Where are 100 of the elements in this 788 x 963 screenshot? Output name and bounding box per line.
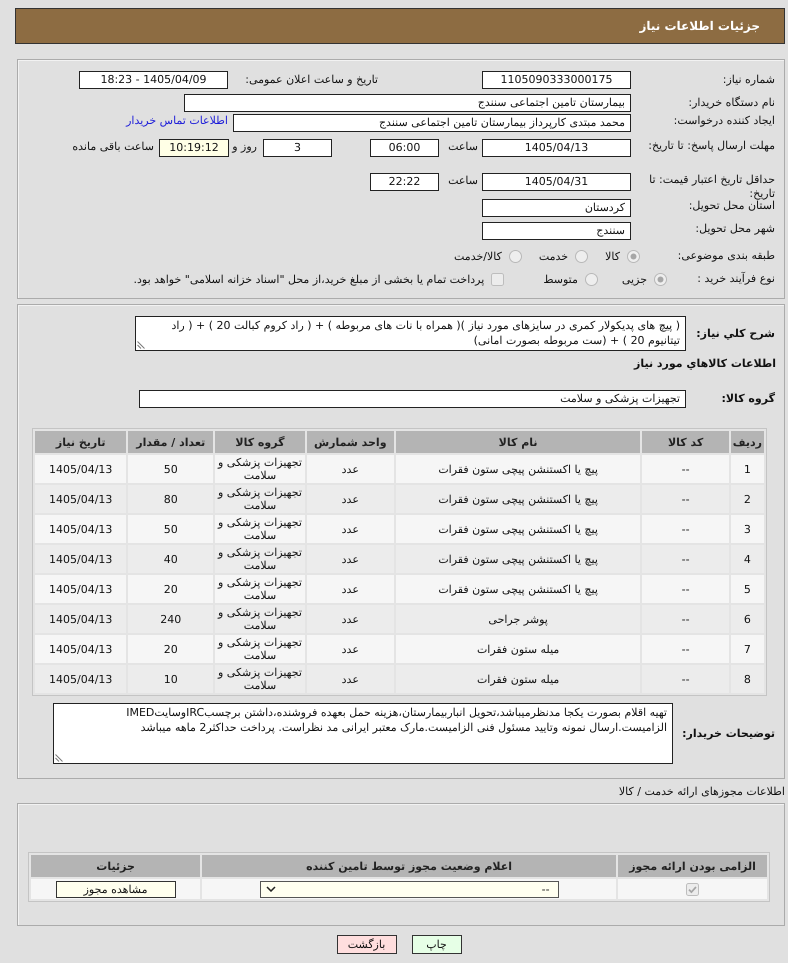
time-label: ساعت xyxy=(447,173,478,189)
table-cell: -- xyxy=(642,545,729,573)
field-label: شهر محل تحویل: xyxy=(694,222,776,236)
back-button[interactable]: بازگشت xyxy=(336,935,396,954)
table-cell: -- xyxy=(642,605,729,633)
table-cell: 40 xyxy=(128,545,214,573)
table-cell: -- xyxy=(642,665,729,693)
table-cell: 3 xyxy=(730,515,764,543)
deadline-time-field[interactable]: 06:00 xyxy=(370,139,439,157)
validity-time-field[interactable]: 22:22 xyxy=(370,173,439,191)
table-cell: پیچ یا اکستنشن پیچی ستون فقرات xyxy=(396,575,640,603)
resize-grip-icon[interactable] xyxy=(55,754,63,762)
option-label: کالا/خدمت xyxy=(454,250,502,262)
table-cell: 7 xyxy=(730,635,764,663)
option-label: خدمت xyxy=(538,250,568,262)
column-header: الزامی بودن ارائه مجوز xyxy=(618,855,767,877)
buyer-notes-field[interactable]: تهیه اقلام بصورت یکجا مدنظرمیباشد،تحویل انباربیمارستان،هزینه حمل بعهده فروشنده،داشتن برچسبIRCوسایتIMED الزامیست.ارسال نمونه وتایید مسئول فنی الزامیست.مارک معتبر ایرانی مد نظراست. پرداخت حداکثر2 ماهه میباشد xyxy=(53,703,673,764)
column-header: واحد شمارش xyxy=(306,431,394,453)
field-label: ایجاد کننده درخواست: xyxy=(672,114,776,128)
table-cell: 4 xyxy=(730,545,764,573)
required-checkbox[interactable] xyxy=(686,882,700,896)
field-label: طبقه بندی موضوعی: xyxy=(676,249,776,263)
table-cell: -- xyxy=(642,455,729,483)
need-number-field[interactable]: 1105090333000175 xyxy=(482,70,631,88)
table-cell: 5 xyxy=(730,575,764,603)
treasury-checkbox[interactable] xyxy=(491,272,504,286)
field-label: نوع فرآیند خرید : xyxy=(696,272,776,286)
table-cell: 1 xyxy=(730,455,764,483)
time-label: ساعت xyxy=(447,139,478,155)
table-cell: 6 xyxy=(730,605,764,633)
table-cell: تجهیزات پزشکی و سلامت xyxy=(215,605,305,633)
table-cell: میله ستون فقرات xyxy=(396,635,640,663)
table-cell: عدد xyxy=(306,575,394,603)
column-header: گروه کالا xyxy=(215,431,305,453)
table-cell: تجهیزات پزشکی و سلامت xyxy=(215,575,305,603)
table-cell: عدد xyxy=(306,545,394,573)
table-cell: 1405/04/13 xyxy=(35,455,126,483)
goods-group-field[interactable]: تجهیزات پزشکی و سلامت xyxy=(139,390,686,408)
view-permit-button[interactable]: مشاهده مجوز xyxy=(56,880,176,898)
table-cell: 1405/04/13 xyxy=(35,485,126,513)
status-select[interactable]: -- xyxy=(260,880,559,898)
table-cell: -- xyxy=(642,575,729,603)
buyer-organization-field[interactable]: بیمارستان تامین اجتماعی سنندج xyxy=(184,94,631,112)
table-cell: 80 xyxy=(128,485,214,513)
table-cell: تجهیزات پزشکی و سلامت xyxy=(215,665,305,693)
table-cell: 1405/04/13 xyxy=(35,635,126,663)
column-header: اعلام وضعیت مجوز توسط تامین کننده xyxy=(202,855,616,877)
deadline-date-field[interactable]: 1405/04/13 xyxy=(482,139,631,157)
table-cell: پیچ یا اکستنشن پیچی ستون فقرات xyxy=(396,545,640,573)
table-cell: عدد xyxy=(306,455,394,483)
table-cell: 10 xyxy=(128,665,214,693)
table-cell: 1405/04/13 xyxy=(35,575,126,603)
field-label: شماره نیاز: xyxy=(722,72,776,86)
table-cell: عدد xyxy=(306,515,394,543)
radio-button[interactable] xyxy=(508,250,522,262)
field-label: توضیحات خریدار: xyxy=(681,726,776,740)
province-field[interactable]: کردستان xyxy=(482,199,631,217)
field-label: استان محل تحویل: xyxy=(688,199,776,213)
radio-button[interactable] xyxy=(584,272,598,286)
table-cell: 50 xyxy=(128,455,214,483)
field-label: تاریخ و ساعت اعلان عمومی: xyxy=(244,72,378,88)
table-cell: 8 xyxy=(730,665,764,693)
announcement-date-field[interactable]: 1405/04/09 - 18:23 xyxy=(79,70,228,88)
table-cell: -- xyxy=(642,485,729,513)
table-cell: میله ستون فقرات xyxy=(396,665,640,693)
column-header: جزئیات xyxy=(31,855,200,877)
table-cell: 1405/04/13 xyxy=(35,665,126,693)
table-cell: 1405/04/13 xyxy=(35,515,126,543)
resize-grip-icon[interactable] xyxy=(137,341,145,349)
remaining-time-field[interactable]: 10:19:12 xyxy=(159,139,229,157)
section-heading: اطلاعات کالاهاي مورد نیاز xyxy=(632,357,777,371)
table-cell: تجهیزات پزشکی و سلامت xyxy=(215,545,305,573)
table-cell: تجهیزات پزشکی و سلامت xyxy=(215,635,305,663)
buyer-contact-link[interactable]: اطلاعات تماس خریدار xyxy=(126,114,228,127)
radio-button[interactable] xyxy=(575,250,588,262)
radio-button[interactable] xyxy=(654,272,667,286)
option-label: کالا xyxy=(605,250,620,262)
city-field[interactable]: سنندج xyxy=(482,222,631,240)
table-cell: پیچ یا اکستنشن پیچی ستون فقرات xyxy=(396,515,640,543)
field-label: شرح کلي نیاز: xyxy=(695,326,776,340)
table-cell: -- xyxy=(642,515,729,543)
table-cell: پیچ یا اکستنشن پیچی ستون فقرات xyxy=(396,455,640,483)
column-header: ردیف xyxy=(730,431,764,453)
days-field[interactable]: 3 xyxy=(263,139,332,157)
print-button[interactable]: چاپ xyxy=(412,935,462,954)
page-title: جزئیات اطلاعات نیاز xyxy=(639,19,760,33)
radio-button[interactable] xyxy=(627,250,640,262)
validity-date-field[interactable]: 1405/04/31 xyxy=(482,173,631,191)
table-cell: تجهیزات پزشکی و سلامت xyxy=(215,515,305,543)
requester-field[interactable]: محمد مبتدی کارپرداز بیمارستان تامین اجتماعی سنندج xyxy=(233,114,631,132)
description-field[interactable]: ( پیچ های پدیکولار کمری در سایزهای مورد نیاز )( همراه با نات های مربوطه ) + ( راد کروم کبالت 20 ) + ( راد تیتانیوم 20 ) + (ست مربوطه بصورت امانی) xyxy=(135,316,686,351)
days-label: روز و xyxy=(231,139,257,155)
table-cell: 1405/04/13 xyxy=(35,545,126,573)
table-cell: پوشر جراحی xyxy=(396,605,640,633)
section-heading: اطلاعات مجوزهای ارائه خدمت / کالا xyxy=(618,785,785,799)
table-cell: -- xyxy=(642,635,729,663)
table-cell: 240 xyxy=(128,605,214,633)
table-cell: عدد xyxy=(306,665,394,693)
field-label: حداقل تاریخ اعتبار قیمت: تا تاریخ: xyxy=(648,173,776,200)
remaining-label: ساعت باقی مانده xyxy=(72,139,154,155)
